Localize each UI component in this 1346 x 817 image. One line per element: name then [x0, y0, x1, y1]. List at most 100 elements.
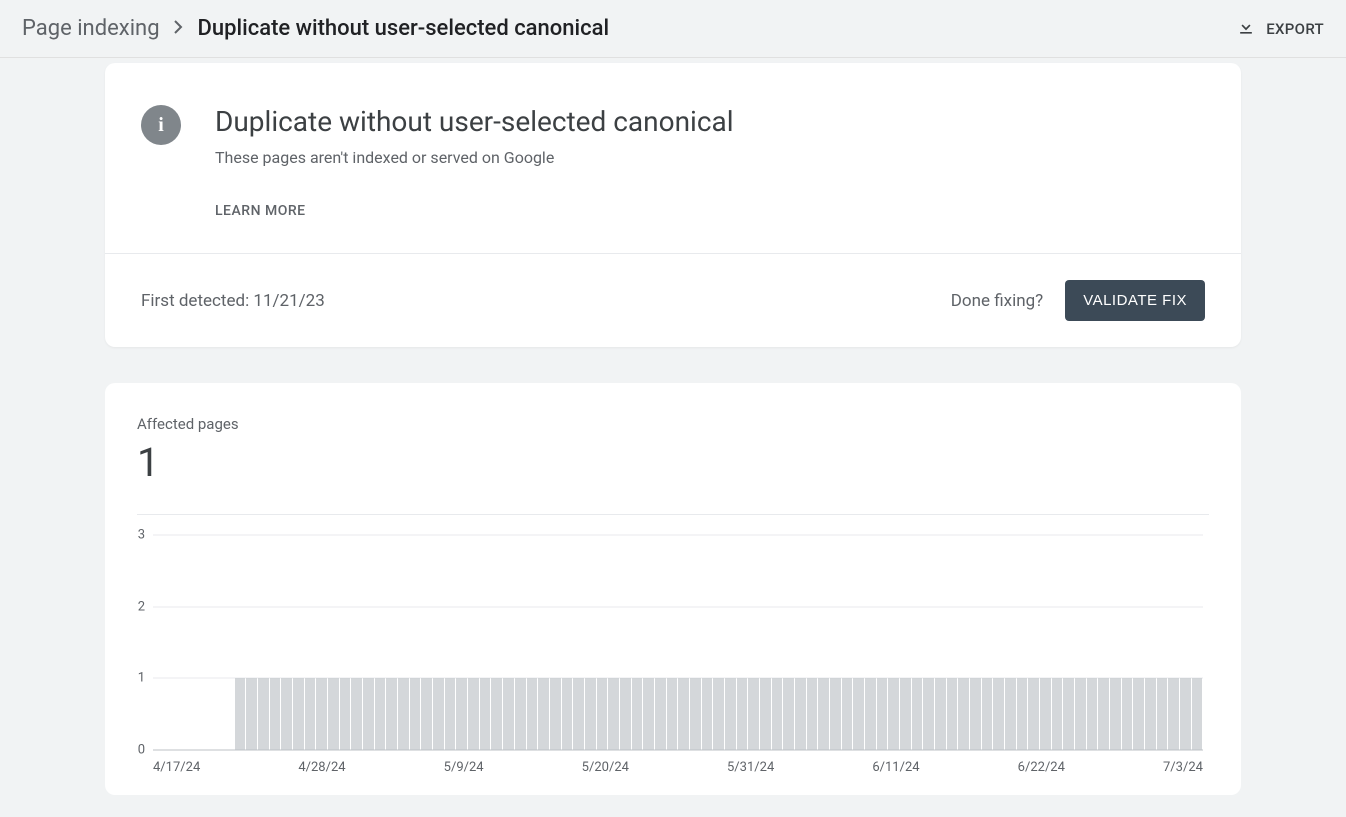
- chart-bar: [410, 678, 421, 750]
- chart-bar: [538, 678, 549, 750]
- chart-bar: [340, 678, 351, 750]
- chart-plot: 3210: [153, 535, 1203, 750]
- chart-y-tick: 3: [129, 528, 145, 543]
- chart-bar: [270, 678, 281, 750]
- chart-bar: [398, 678, 409, 750]
- chart-bar: [888, 678, 899, 750]
- chart-bar: [1180, 678, 1191, 750]
- issue-summary-card: i Duplicate without user-selected canoni…: [105, 63, 1241, 347]
- chart-bar: [316, 678, 327, 750]
- chart-bar: [923, 678, 934, 750]
- chart-y-tick: 2: [129, 599, 145, 614]
- chart-bar: [900, 678, 911, 750]
- chart-bar: [515, 678, 526, 750]
- chart-bar: [246, 678, 257, 750]
- chart-bar: [351, 678, 362, 750]
- chart-bar: [597, 678, 608, 750]
- chart-bar: [480, 678, 491, 750]
- content-area: i Duplicate without user-selected canoni…: [0, 58, 1346, 795]
- chart-y-tick: 0: [129, 743, 145, 758]
- chart-bar: [375, 678, 386, 750]
- chart-bar: [363, 678, 374, 750]
- chart-area: 3210 4/17/244/28/245/9/245/20/245/31/246…: [137, 514, 1209, 775]
- chart-x-tick: 7/3/24: [1163, 760, 1203, 775]
- info-icon: i: [141, 105, 181, 145]
- chart-bar: [1005, 678, 1016, 750]
- chart-bar: [748, 678, 759, 750]
- chart-bar: [1145, 678, 1156, 750]
- chart-bar: [982, 678, 993, 750]
- chart-bar: [678, 678, 689, 750]
- chart-bar: [1028, 678, 1039, 750]
- chart-bar: [1098, 678, 1109, 750]
- chart-bar: [865, 678, 876, 750]
- validate-fix-button[interactable]: VALIDATE FIX: [1065, 280, 1205, 321]
- chart-bar: [713, 678, 724, 750]
- chart-bar: [1063, 678, 1074, 750]
- chart-bar: [783, 678, 794, 750]
- chart-bar: [527, 678, 538, 750]
- chart-bars: [153, 535, 1203, 750]
- chart-bar: [550, 678, 561, 750]
- issue-subtitle: These pages aren't indexed or served on …: [215, 148, 734, 167]
- chart-bar: [772, 678, 783, 750]
- first-detected-date: 11/21/23: [253, 291, 324, 311]
- chart-bar: [468, 678, 479, 750]
- chart-bar: [235, 678, 246, 750]
- chart-bar: [853, 678, 864, 750]
- chart-x-tick: 6/22/24: [1018, 760, 1065, 775]
- chart-bar: [1040, 678, 1051, 750]
- chart-bar: [608, 678, 619, 750]
- chart-bar: [1168, 678, 1179, 750]
- chart-x-tick: 4/17/24: [153, 760, 200, 775]
- chart-x-tick: 6/11/24: [872, 760, 919, 775]
- affected-pages-value: 1: [137, 439, 1209, 486]
- chart-bar: [818, 678, 829, 750]
- affected-pages-label: Affected pages: [137, 415, 1209, 433]
- chart-bar: [795, 678, 806, 750]
- chart-bar: [573, 678, 584, 750]
- chart-bar: [421, 678, 432, 750]
- chart-bar: [737, 678, 748, 750]
- chart-bar: [958, 678, 969, 750]
- chart-bar: [305, 678, 316, 750]
- chart-x-tick: 4/28/24: [298, 760, 345, 775]
- done-fixing-label: Done fixing?: [951, 291, 1043, 311]
- chart-bar: [1133, 678, 1144, 750]
- chart-bar: [632, 678, 643, 750]
- chart-x-tick: 5/20/24: [582, 760, 629, 775]
- issue-summary-top: i Duplicate without user-selected canoni…: [105, 63, 1241, 253]
- chart-bar: [970, 678, 981, 750]
- issue-summary-bottom: First detected: 11/21/23 Done fixing? VA…: [105, 253, 1241, 347]
- chart-bar: [725, 678, 736, 750]
- export-label: EXPORT: [1266, 20, 1324, 38]
- chart-bar: [643, 678, 654, 750]
- first-detected-label: First detected:: [141, 291, 253, 311]
- chart-bar: [445, 678, 456, 750]
- learn-more-link[interactable]: LEARN MORE: [215, 203, 734, 219]
- chart-bar: [1075, 678, 1086, 750]
- chevron-right-icon: [174, 18, 184, 39]
- breadcrumb-root[interactable]: Page indexing: [22, 16, 160, 41]
- affected-pages-card: Affected pages 1 3210 4/17/244/28/245/9/…: [105, 383, 1241, 795]
- chart-bar: [842, 678, 853, 750]
- chart-bar: [293, 678, 304, 750]
- chart-bar: [433, 678, 444, 750]
- download-icon: [1236, 17, 1256, 41]
- export-button[interactable]: EXPORT: [1236, 17, 1324, 41]
- chart-bar: [760, 678, 771, 750]
- chart-bar: [912, 678, 923, 750]
- chart-y-tick: 1: [129, 671, 145, 686]
- first-detected: First detected: 11/21/23: [141, 291, 325, 311]
- chart-bar: [1192, 678, 1203, 750]
- chart-bar: [491, 678, 502, 750]
- chart-bar: [702, 678, 713, 750]
- chart-bar: [655, 678, 666, 750]
- chart-bar: [1110, 678, 1121, 750]
- chart-bar: [562, 678, 573, 750]
- chart-bar: [947, 678, 958, 750]
- chart-bar: [620, 678, 631, 750]
- chart-bar: [1122, 678, 1133, 750]
- page-header: Page indexing Duplicate without user-sel…: [0, 0, 1346, 58]
- chart-bar: [386, 678, 397, 750]
